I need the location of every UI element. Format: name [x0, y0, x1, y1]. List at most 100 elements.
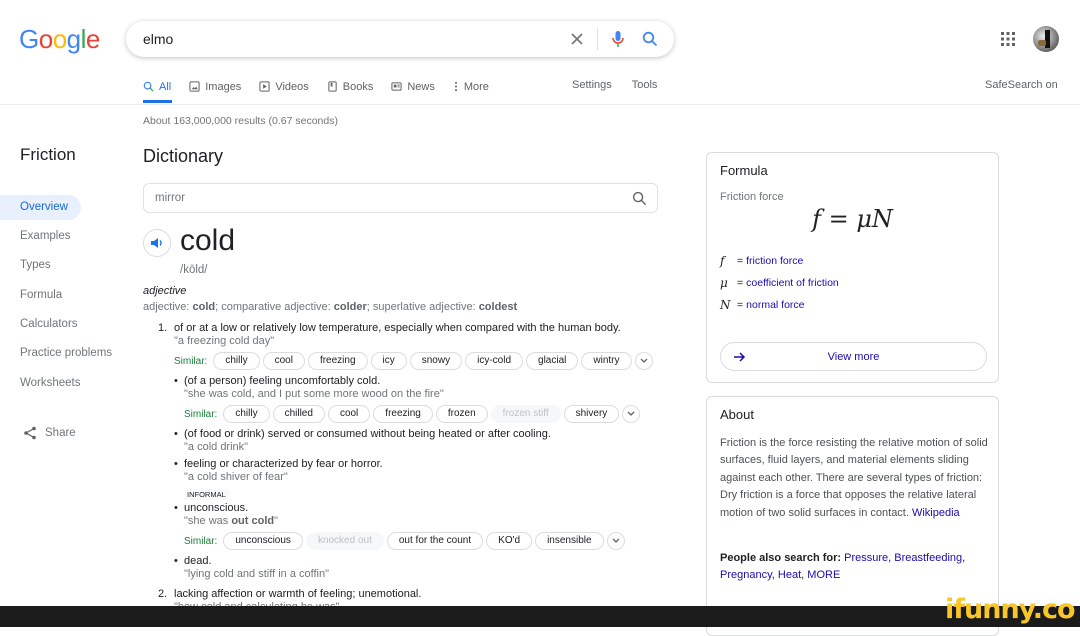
definition: (of food or drink) served or consumed wi…: [184, 428, 551, 440]
search-tabs: All Images Videos Books News More: [143, 79, 507, 94]
definition: unconscious.: [184, 502, 249, 514]
example: "lying cold and stiff in a coffin": [184, 568, 329, 580]
nav-item-worksheets[interactable]: Worksheets: [20, 377, 81, 389]
synonym-chip[interactable]: out for the count: [386, 532, 484, 550]
var-link[interactable]: coefficient of friction: [746, 277, 839, 289]
synonym-chip[interactable]: unconscious: [223, 532, 303, 550]
clear-icon[interactable]: [561, 23, 593, 55]
expand-synonyms-button[interactable]: [622, 405, 641, 423]
active-tab-indicator: [143, 100, 172, 103]
more-vert-icon: [454, 81, 457, 92]
pas-link[interactable]: Pregnancy: [720, 569, 772, 581]
search-icon[interactable]: [632, 191, 647, 206]
pas-link[interactable]: Breastfeeding: [894, 552, 962, 564]
synonym-chip[interactable]: cool: [327, 405, 371, 423]
nav-item-practice-problems[interactable]: Practice problems: [20, 347, 112, 359]
topic-title: Friction: [20, 145, 76, 164]
synonym-chip[interactable]: insensible: [535, 532, 604, 550]
about-title: About: [720, 407, 754, 422]
definition: lacking affection or warmth of feeling; …: [174, 588, 422, 600]
definition: feeling or characterized by fear or horr…: [184, 458, 383, 470]
example: "she was out cold": [184, 515, 279, 527]
formula-subtitle: Friction force: [720, 191, 784, 203]
nav-item-formula[interactable]: Formula: [20, 289, 62, 301]
synonym-chip[interactable]: shivery: [563, 405, 620, 423]
example: "a cold drink": [184, 441, 249, 453]
synonym-chip: frozen stiff: [490, 405, 561, 423]
search-icon[interactable]: [634, 23, 666, 55]
similar-label: Similar:: [184, 535, 218, 547]
dictionary-search-input[interactable]: mirror: [143, 183, 658, 213]
nav-item-calculators[interactable]: Calculators: [20, 318, 78, 330]
synonym-chip[interactable]: frozen: [435, 405, 488, 423]
synonym-chip[interactable]: KO'd: [486, 532, 533, 550]
settings-link[interactable]: Settings: [572, 79, 612, 91]
pas-link[interactable]: MORE: [807, 569, 840, 581]
bullet: •: [174, 555, 178, 567]
about-text: Friction is the force resisting the rela…: [720, 437, 988, 519]
tab-books[interactable]: Books: [327, 79, 373, 94]
example: "a freezing cold day": [174, 335, 275, 347]
tab-images[interactable]: Images: [189, 79, 241, 94]
view-more-button[interactable]: View more: [720, 342, 987, 371]
synonym-chip[interactable]: wintry: [581, 352, 632, 370]
bullet: •: [174, 428, 178, 440]
part-of-speech: adjective: [143, 285, 187, 297]
dictionary-title: Dictionary: [143, 146, 224, 166]
tab-news[interactable]: News: [391, 79, 435, 94]
news-icon: [391, 82, 402, 91]
expand-synonyms-button[interactable]: [606, 532, 625, 550]
google-logo[interactable]: Google: [19, 24, 100, 55]
tab-videos[interactable]: Videos: [259, 79, 309, 94]
synonym-chip[interactable]: chilly: [213, 352, 260, 370]
nav-item-types[interactable]: Types: [20, 259, 51, 271]
similar-row: Similar: unconscious knocked out out for th…: [184, 532, 628, 550]
formula-card: Formula Friction force f = μN f = friction…: [706, 152, 999, 383]
synonym-chip[interactable]: icy-cold: [465, 352, 524, 370]
synonym-chip[interactable]: chilled: [272, 405, 325, 423]
synonym-chip[interactable]: freezing: [307, 352, 368, 370]
chevron-down-icon: [612, 538, 620, 543]
synonym-chip[interactable]: snowy: [409, 352, 463, 370]
formula-card-title: Formula: [720, 163, 768, 178]
search-input[interactable]: elmo: [143, 31, 561, 47]
synonym-chip[interactable]: freezing: [373, 405, 433, 423]
tools-link[interactable]: Tools: [632, 79, 658, 91]
wikipedia-link[interactable]: Wikipedia: [912, 507, 960, 519]
search-icon: [143, 81, 154, 92]
pronounce-button[interactable]: [143, 229, 171, 257]
synonym-chip[interactable]: icy: [370, 352, 407, 370]
avatar[interactable]: [1033, 26, 1059, 52]
expand-synonyms-button[interactable]: [634, 352, 653, 370]
header-divider: [0, 104, 1080, 105]
formula-var: N = normal force: [720, 298, 805, 312]
pas-link[interactable]: Heat: [778, 569, 801, 581]
formula-expression: f = μN: [812, 205, 893, 233]
safesearch-toggle[interactable]: SafeSearch on: [985, 79, 1058, 91]
apps-grid-icon[interactable]: [1000, 31, 1016, 52]
share-button[interactable]: Share: [23, 426, 76, 440]
pas-link[interactable]: Pressure: [844, 552, 888, 564]
example: "she was cold, and I put some more wood …: [184, 388, 444, 400]
nav-item-overview[interactable]: Overview: [20, 201, 68, 213]
synonym-chip[interactable]: chilly: [223, 405, 270, 423]
formula-var: μ = coefficient of friction: [720, 276, 839, 290]
microphone-icon[interactable]: [602, 23, 634, 55]
book-icon: [328, 81, 337, 92]
tab-all[interactable]: All: [143, 79, 171, 94]
var-link[interactable]: normal force: [746, 299, 804, 311]
synonym-chip[interactable]: cool: [262, 352, 305, 370]
tab-more[interactable]: More: [453, 79, 489, 94]
nav-item-examples[interactable]: Examples: [20, 230, 71, 242]
sense-number: 2.: [158, 588, 168, 600]
synonym-chip: knocked out: [305, 532, 384, 550]
watermark-logo: ifunny.co: [945, 594, 1076, 625]
var-link[interactable]: friction force: [746, 255, 803, 267]
search-box[interactable]: elmo: [126, 21, 674, 57]
synonym-chip[interactable]: glacial: [526, 352, 579, 370]
image-icon: [189, 81, 200, 92]
similar-label: Similar:: [184, 408, 218, 420]
results-stats: About 163,000,000 results (0.67 seconds): [143, 115, 338, 127]
similar-row: Similar: chilly chilled cool freezing frozen f…: [184, 405, 643, 423]
definition: (of a person) feeling uncomfortably cold…: [184, 375, 381, 387]
